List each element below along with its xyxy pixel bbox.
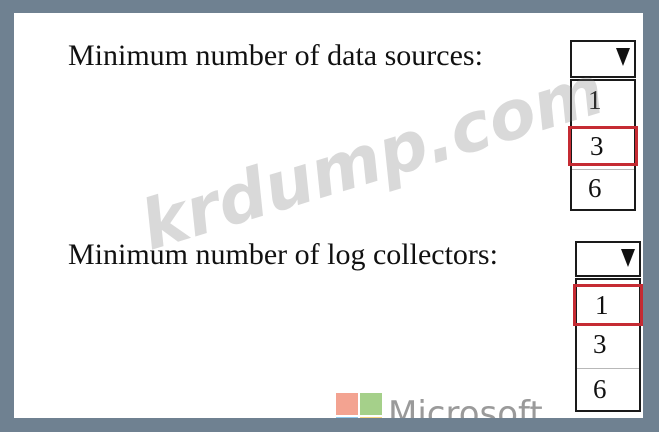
microsoft-logo-icon [336,393,382,418]
data-sources-option-3-selected[interactable]: 3 [568,126,638,166]
data-sources-option-1[interactable]: 1 [572,87,634,123]
dropdown-arrow-icon[interactable] [616,48,630,66]
dropdown-arrow-icon[interactable] [621,249,635,267]
data-sources-option-6[interactable]: 6 [572,169,634,209]
log-collectors-option-3[interactable]: 3 [577,330,639,366]
data-sources-options: 1 3 6 [568,79,638,211]
log-collectors-option-6[interactable]: 6 [577,368,639,410]
data-sources-label: Minimum number of data sources: [68,39,483,72]
data-sources-dropdown[interactable] [570,40,636,78]
microsoft-wordmark: Microsoft [388,394,543,418]
watermark-text: krdump.com [132,50,614,267]
log-collectors-options: 1 3 6 [573,278,643,412]
log-collectors-label: Minimum number of log collectors: [68,238,498,271]
answer-panel: Minimum number of data sources: 1 3 6 Mi… [14,13,643,418]
log-collectors-option-1-selected[interactable]: 1 [573,284,643,326]
log-collectors-dropdown[interactable] [575,241,641,277]
